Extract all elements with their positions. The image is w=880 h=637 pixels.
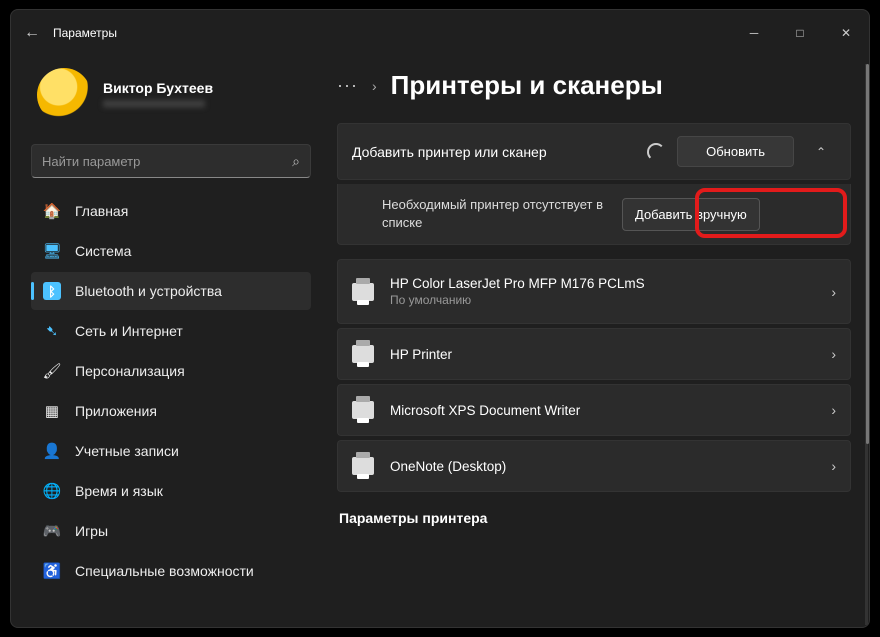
sidebar-item-9[interactable]: ♿ Специальные возможности [31, 552, 311, 590]
sidebar-item-label: Bluetooth и устройства [75, 283, 222, 299]
refresh-button[interactable]: Обновить [677, 136, 794, 167]
sidebar-item-label: Сеть и Интернет [75, 323, 183, 339]
sidebar-item-6[interactable]: 👤 Учетные записи [31, 432, 311, 470]
printer-params-heading: Параметры принтера [339, 510, 851, 526]
user-email: xxxxxxxxxxxxxxxxx [103, 96, 213, 110]
sidebar-item-label: Приложения [75, 403, 157, 419]
minimize-button[interactable]: ─ [731, 10, 777, 56]
printer-row-2[interactable]: Microsoft XPS Document Writer › [337, 384, 851, 436]
chevron-right-icon: › [831, 346, 836, 362]
printer-name: HP Color LaserJet Pro MFP M176 PCLmS [390, 276, 815, 291]
add-device-label: Добавить принтер или сканер [352, 144, 635, 160]
sidebar-item-label: Главная [75, 203, 128, 219]
sidebar-item-label: Время и язык [75, 483, 163, 499]
sidebar-item-8[interactable]: 🎮 Игры [31, 512, 311, 550]
sidebar-item-label: Специальные возможности [75, 563, 254, 579]
printer-icon [352, 457, 374, 475]
printer-name: Microsoft XPS Document Writer [390, 403, 815, 418]
chevron-right-icon: › [372, 78, 377, 94]
printer-missing-row: Необходимый принтер отсутствует в списке… [337, 184, 851, 245]
scrollbar-thumb[interactable] [866, 64, 869, 444]
printer-row-3[interactable]: OneNote (Desktop) › [337, 440, 851, 492]
printer-missing-text: Необходимый принтер отсутствует в списке [382, 196, 622, 232]
personalization-icon: 🖌 [43, 362, 61, 380]
sidebar-item-1[interactable]: 🖥 Система [31, 232, 311, 270]
spinner-icon [647, 143, 665, 161]
accessibility-icon: ♿ [43, 562, 61, 580]
user-name: Виктор Бухтеев [103, 80, 213, 96]
page-title: Принтеры и сканеры [391, 70, 663, 101]
sidebar-item-label: Персонализация [75, 363, 185, 379]
printer-name: OneNote (Desktop) [390, 459, 815, 474]
chevron-right-icon: › [831, 458, 836, 474]
printer-sub: По умолчанию [390, 293, 815, 307]
sidebar-item-label: Игры [75, 523, 108, 539]
search-box[interactable]: ⌕ [31, 144, 311, 178]
add-manually-button[interactable]: Добавить вручную [622, 198, 760, 231]
network-icon: ➷ [43, 322, 61, 340]
profile[interactable]: Виктор Бухтеев xxxxxxxxxxxxxxxxx [31, 56, 311, 138]
time-language-icon: 🌐 [43, 482, 61, 500]
bluetooth-icon: ᛒ [43, 282, 61, 300]
printer-icon [352, 401, 374, 419]
sidebar-item-4[interactable]: 🖌 Персонализация [31, 352, 311, 390]
breadcrumb: ··· › Принтеры и сканеры [337, 70, 851, 101]
printer-row-0[interactable]: HP Color LaserJet Pro MFP M176 PCLmS По у… [337, 259, 851, 324]
sidebar-item-7[interactable]: 🌐 Время и язык [31, 472, 311, 510]
breadcrumb-more[interactable]: ··· [337, 75, 358, 96]
collapse-button[interactable]: ⌃ [806, 145, 836, 159]
avatar [37, 68, 91, 122]
chevron-right-icon: › [831, 284, 836, 300]
maximize-button[interactable]: □ [777, 10, 823, 56]
sidebar-item-2[interactable]: ᛒ Bluetooth и устройства [31, 272, 311, 310]
printer-name: HP Printer [390, 347, 815, 362]
accounts-icon: 👤 [43, 442, 61, 460]
sidebar-item-label: Система [75, 243, 131, 259]
search-icon: ⌕ [292, 153, 300, 170]
nav-list: 🏠 Главная 🖥 Система ᛒ Bluetooth и устройства ➷… [31, 192, 311, 590]
sidebar-item-5[interactable]: ▦ Приложения [31, 392, 311, 430]
printer-icon [352, 345, 374, 363]
sidebar-item-0[interactable]: 🏠 Главная [31, 192, 311, 230]
add-device-panel: Добавить принтер или сканер Обновить ⌃ [337, 123, 851, 180]
sidebar-item-3[interactable]: ➷ Сеть и Интернет [31, 312, 311, 350]
printer-icon [352, 283, 374, 301]
search-input[interactable] [42, 154, 292, 169]
chevron-right-icon: › [831, 402, 836, 418]
printer-row-1[interactable]: HP Printer › [337, 328, 851, 380]
home-icon: 🏠 [43, 202, 61, 220]
close-button[interactable]: ✕ [823, 10, 869, 56]
sidebar-item-label: Учетные записи [75, 443, 179, 459]
gaming-icon: 🎮 [43, 522, 61, 540]
back-button[interactable]: ← [11, 24, 53, 42]
apps-icon: ▦ [43, 402, 61, 420]
window-title: Параметры [53, 26, 117, 40]
system-icon: 🖥 [43, 242, 61, 260]
